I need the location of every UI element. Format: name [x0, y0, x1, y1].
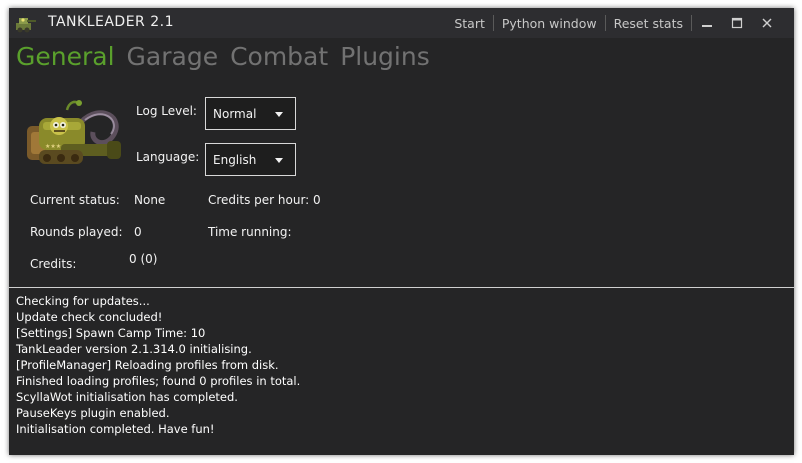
language-dropdown[interactable]: English: [205, 143, 296, 176]
log-line: PauseKeys plugin enabled.: [16, 406, 170, 420]
log-level-value: Normal: [213, 107, 257, 121]
window-title: TANKLEADER 2.1: [48, 14, 174, 30]
log-line: Update check concluded!: [16, 310, 163, 324]
tank-mascot-icon: ★★★: [21, 92, 129, 176]
credits-label: Credits:: [30, 257, 77, 271]
python-window-button[interactable]: Python window: [494, 16, 605, 31]
log-level-dropdown[interactable]: Normal: [205, 97, 296, 130]
credits-per-hour-label: Credits per hour:: [208, 193, 310, 207]
log-line: Checking for updates...: [16, 294, 150, 308]
close-icon: [762, 18, 772, 28]
title-actions: Start Python window Reset stats: [446, 8, 782, 38]
credits-per-hour-value: 0: [313, 193, 321, 207]
log-line: Finished loading profiles; found 0 profi…: [16, 374, 301, 388]
language-value: English: [213, 153, 257, 167]
tank-logo-icon: [13, 11, 37, 35]
log-line: TankLeader version 2.1.314.0 initialisin…: [16, 342, 252, 356]
log-output[interactable]: ​ Checking for updates...Update check co…: [9, 289, 794, 455]
current-status-label: Current status:: [30, 193, 120, 207]
language-label: Language:: [136, 150, 200, 164]
log-line: ScyllaWot initialisation has completed.: [16, 390, 238, 404]
reset-stats-button[interactable]: Reset stats: [606, 16, 691, 31]
tab-general[interactable]: General: [16, 42, 115, 71]
svg-text:★★★: ★★★: [45, 143, 61, 150]
log-level-label: Log Level:: [136, 104, 197, 118]
tab-garage[interactable]: Garage: [127, 42, 219, 71]
maximize-button[interactable]: [722, 8, 752, 38]
chevron-down-icon: [275, 158, 283, 163]
tab-combat[interactable]: Combat: [230, 42, 328, 71]
tab-bar: General Garage Combat Plugins: [16, 42, 442, 71]
log-line: [ProfileManager] Reloading profiles from…: [16, 358, 279, 372]
time-running-label: Time running:: [208, 225, 292, 239]
rounds-played-value: 0: [134, 225, 142, 239]
title-bar[interactable]: TANKLEADER 2.1 Start Python window Reset…: [9, 8, 794, 38]
log-line: Initialisation completed. Have fun!: [16, 422, 215, 436]
rounds-played-label: Rounds played:: [30, 225, 123, 239]
log-divider: [9, 287, 794, 288]
current-status-value: None: [134, 193, 166, 207]
maximize-icon: [731, 17, 743, 29]
log-lines: Checking for updates... Update check conc…: [9, 293, 794, 437]
close-button[interactable]: [752, 8, 782, 38]
minimize-button[interactable]: [692, 8, 722, 38]
chevron-down-icon: [275, 112, 283, 117]
credits-value: 0 (0): [129, 252, 158, 266]
tab-plugins[interactable]: Plugins: [340, 42, 430, 71]
minimize-icon: [702, 25, 712, 27]
app-window: TANKLEADER 2.1 Start Python window Reset…: [9, 8, 794, 455]
start-button[interactable]: Start: [446, 16, 493, 31]
log-line: [Settings] Spawn Camp Time: 10: [16, 326, 206, 340]
